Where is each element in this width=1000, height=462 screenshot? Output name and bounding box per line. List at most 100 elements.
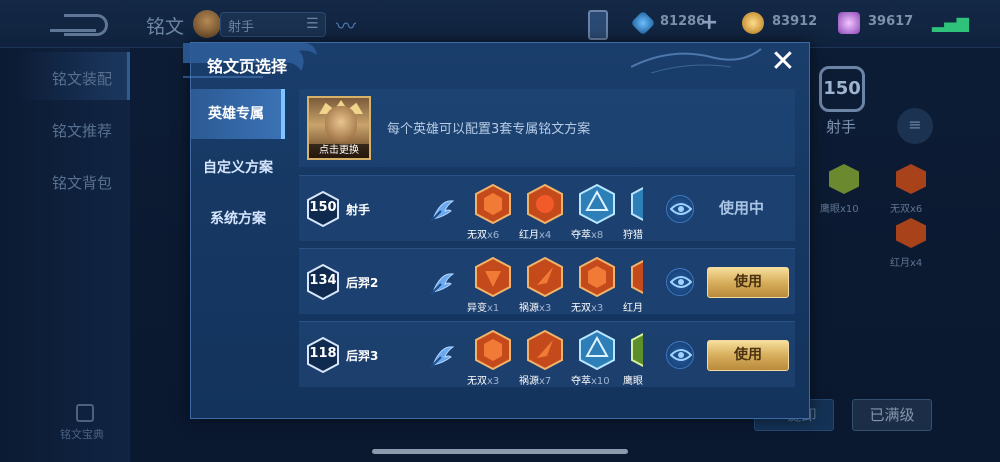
sidebar-item-equip[interactable]: 铭文装配 bbox=[52, 68, 112, 89]
rune-label: 红月 bbox=[623, 303, 643, 314]
menu-icon[interactable]: ≡ bbox=[897, 108, 933, 144]
rune-wushuang-icon bbox=[896, 164, 926, 194]
set-level: 134 bbox=[309, 273, 337, 288]
rune-label: 无双x3 bbox=[467, 376, 500, 387]
rune-label: 无双x6 bbox=[467, 230, 500, 241]
set-name: 后羿3 bbox=[346, 349, 379, 363]
rune-gem-icon bbox=[475, 330, 511, 370]
rune-gem-icon bbox=[475, 257, 511, 297]
rune-item: 狩猎 bbox=[623, 182, 643, 241]
currency-diamond: 81286 bbox=[660, 14, 706, 29]
rune-gem-icon bbox=[527, 184, 563, 224]
eye-icon-glyph bbox=[670, 203, 692, 215]
rune-label: 祸源x3 bbox=[519, 303, 552, 314]
phone-icon[interactable] bbox=[588, 10, 608, 40]
list-icon[interactable]: ☰ bbox=[306, 16, 319, 32]
rune-label: 红月x4 bbox=[519, 230, 552, 241]
hero-selector-label: 射手 bbox=[228, 20, 255, 35]
in-use-status: 使用中 bbox=[719, 199, 765, 217]
eye-icon-glyph bbox=[670, 276, 692, 288]
rune-gem-icon bbox=[579, 330, 615, 370]
hero-portrait[interactable]: 点击更换 bbox=[307, 96, 371, 160]
feather-icon[interactable] bbox=[427, 341, 457, 371]
feather-icon[interactable] bbox=[427, 195, 457, 225]
tab-custom[interactable]: 自定义方案 bbox=[191, 143, 285, 193]
sidebar bbox=[0, 48, 130, 462]
rune-label: 夺萃x10 bbox=[571, 376, 610, 387]
rune-gem-icon bbox=[631, 333, 643, 367]
rune-page-select-dialog: 铭文页选择 ✕ 英雄专属 自定义方案 系统方案 点击更换 每个英雄可以配置3套专… bbox=[183, 42, 810, 419]
rune-label: 夺萃x8 bbox=[571, 230, 604, 241]
rune-list: 异变x1 祸源x3 无双x3 红月 bbox=[467, 249, 643, 315]
sidebar-item-backpack[interactable]: 铭文背包 bbox=[52, 172, 112, 193]
home-indicator[interactable] bbox=[372, 449, 628, 454]
gold-coin-icon bbox=[742, 12, 764, 34]
side-rune-label: 鹰眼x10 bbox=[820, 204, 859, 215]
currency-crystal: 39617 bbox=[868, 14, 914, 29]
rune-item: 无双x3 bbox=[467, 328, 519, 387]
content-panel: 点击更换 每个英雄可以配置3套专属铭文方案 150 射手 无双x6 红月x4 夺… bbox=[299, 89, 795, 407]
tab-system[interactable]: 系统方案 bbox=[191, 194, 285, 244]
rune-hongyue-icon bbox=[896, 218, 926, 248]
rune-item: 夺萃x10 bbox=[571, 328, 623, 387]
rune-item: 无双x6 bbox=[467, 182, 519, 241]
dialog-title: 铭文页选择 bbox=[207, 57, 288, 76]
rune-item: 鹰眼 bbox=[623, 328, 643, 387]
set-level: 118 bbox=[309, 346, 337, 361]
rune-set-row[interactable]: 134 后羿2 异变x1 祸源x3 无双x3 红月 使用 bbox=[299, 248, 795, 314]
rune-label: 祸源x7 bbox=[519, 376, 552, 387]
use-button[interactable]: 使用 bbox=[707, 340, 789, 371]
set-name: 射手 bbox=[346, 203, 371, 217]
use-button[interactable]: 使用 bbox=[707, 267, 789, 298]
rune-gem-icon bbox=[527, 257, 563, 297]
hero-info-description: 每个英雄可以配置3套专属铭文方案 bbox=[387, 122, 591, 137]
rune-set-row[interactable]: 150 射手 无双x6 红月x4 夺萃x8 狩猎 使用中 bbox=[299, 175, 795, 241]
hero-face bbox=[325, 106, 357, 142]
currency-gold: 83912 bbox=[772, 14, 818, 29]
rune-label: 异变x1 bbox=[467, 303, 500, 314]
eye-icon[interactable] bbox=[666, 195, 694, 223]
add-currency-icon[interactable]: + bbox=[700, 10, 718, 35]
rune-set-row[interactable]: 118 后羿3 无双x3 祸源x7 夺萃x10 鹰眼 使用 bbox=[299, 321, 795, 387]
feather-icon[interactable]: 〰 bbox=[336, 10, 356, 39]
rune-item: 无双x3 bbox=[571, 255, 623, 314]
rune-item: 祸源x7 bbox=[519, 328, 571, 387]
wifi-icon: ▂▄▆ bbox=[932, 13, 969, 32]
role-label: 射手 bbox=[826, 118, 857, 136]
sidebar-item-recommend[interactable]: 铭文推荐 bbox=[52, 120, 112, 141]
rune-list: 无双x6 红月x4 夺萃x8 狩猎 bbox=[467, 176, 643, 242]
rune-item: 异变x1 bbox=[467, 255, 519, 314]
book-icon[interactable] bbox=[76, 404, 94, 422]
rune-gem-icon bbox=[631, 260, 643, 294]
eye-icon[interactable] bbox=[666, 268, 694, 296]
rune-list: 无双x3 祸源x7 夺萃x10 鹰眼 bbox=[467, 322, 643, 388]
sidebar-bottom-label[interactable]: 铭文宝典 bbox=[60, 426, 104, 442]
rune-label: 鹰眼 bbox=[623, 376, 643, 387]
hero-info-row: 点击更换 每个英雄可以配置3套专属铭文方案 bbox=[299, 89, 795, 167]
eye-icon[interactable] bbox=[666, 341, 694, 369]
rune-hawk-icon bbox=[829, 164, 859, 194]
rune-gem-icon bbox=[475, 184, 511, 224]
set-level: 150 bbox=[309, 200, 337, 215]
page-title: 铭文 bbox=[146, 16, 185, 38]
side-rune-label: 无双x6 bbox=[890, 204, 923, 215]
back-arrow-icon[interactable] bbox=[50, 14, 108, 36]
tab-hero-exclusive[interactable]: 英雄专属 bbox=[191, 89, 285, 139]
rune-item: 祸源x3 bbox=[519, 255, 571, 314]
level-badge: 150 bbox=[819, 66, 865, 112]
rune-gem-icon bbox=[579, 184, 615, 224]
maxed-button[interactable]: 已满级 bbox=[852, 399, 932, 431]
close-icon[interactable]: ✕ bbox=[766, 47, 800, 81]
rune-label: 无双x3 bbox=[571, 303, 604, 314]
feather-icon[interactable] bbox=[427, 268, 457, 298]
side-rune-label: 红月x4 bbox=[890, 258, 923, 269]
rune-item: 红月x4 bbox=[519, 182, 571, 241]
hero-avatar[interactable] bbox=[193, 10, 221, 38]
eye-icon-glyph bbox=[670, 349, 692, 361]
rune-gem-icon bbox=[579, 257, 615, 297]
rune-item: 夺萃x8 bbox=[571, 182, 623, 241]
set-name: 后羿2 bbox=[346, 276, 379, 290]
rune-gem-icon bbox=[527, 330, 563, 370]
change-hero-label: 点击更换 bbox=[309, 144, 369, 158]
purple-crystal-icon bbox=[838, 12, 860, 34]
